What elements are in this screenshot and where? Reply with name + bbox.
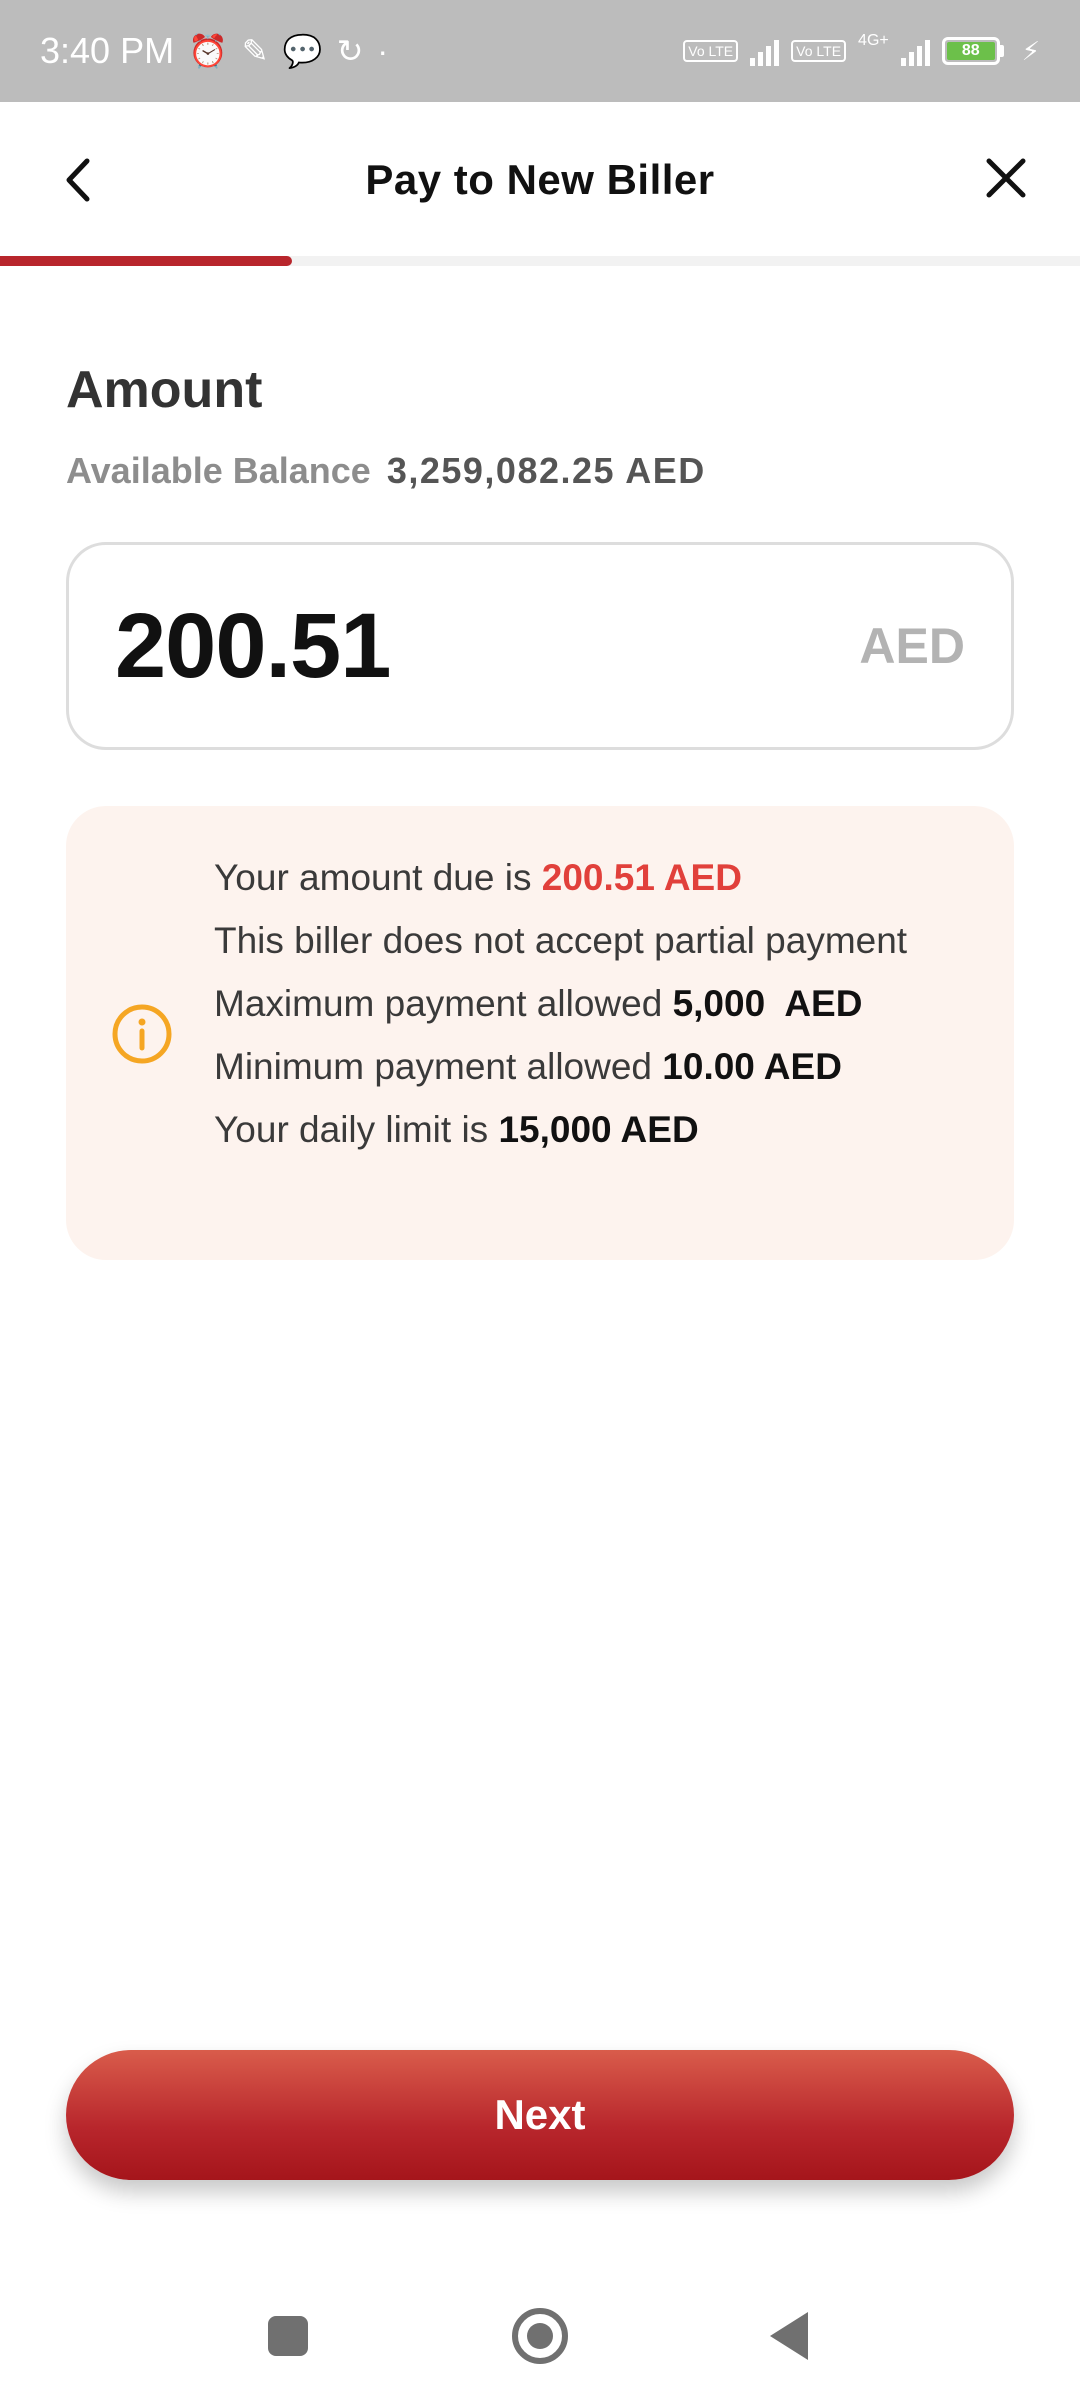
battery-level: 88 — [946, 42, 995, 60]
system-nav-bar — [0, 2270, 1080, 2400]
min-payment-label: Minimum payment allowed — [214, 1046, 663, 1087]
back-triangle-icon[interactable] — [770, 2312, 808, 2360]
status-left: 3:40 PM ⏰ ✎ 💬 ↻ · — [40, 30, 388, 72]
more-notifications-dot-icon: · — [377, 33, 389, 69]
sync-icon: ↻ — [336, 33, 364, 69]
amount-due-label: Your amount due is — [214, 857, 542, 898]
step-progress-bar — [0, 256, 1080, 266]
max-payment-value: 5,000 AED — [672, 983, 863, 1024]
daily-limit-line: Your daily limit is 15,000 AED — [214, 1106, 974, 1154]
signal-icon — [750, 36, 780, 66]
amount-input[interactable]: 200.51 AED — [66, 542, 1014, 750]
battery-icon: 88 — [941, 37, 1004, 65]
signal-icon-2 — [900, 36, 930, 66]
info-circle-icon — [112, 1004, 172, 1064]
message-icon: 💬 — [282, 33, 323, 69]
amount-due-line: Your amount due is 200.51 AED — [214, 854, 974, 902]
close-icon — [986, 158, 1026, 198]
amount-value[interactable]: 200.51 — [115, 594, 391, 699]
status-bar: 3:40 PM ⏰ ✎ 💬 ↻ · Vo LTE Vo LTE 4G+ 88 ⚡ — [0, 0, 1080, 102]
balance-value: 3,259,082.25 AED — [386, 450, 706, 491]
chevron-left-icon — [66, 158, 90, 202]
next-button[interactable]: Next — [66, 2050, 1014, 2180]
balance-label: Available Balance — [66, 450, 371, 491]
section-title: Amount — [66, 361, 263, 419]
amount-currency: AED — [859, 618, 965, 674]
daily-limit-value: 15,000 AED — [498, 1109, 699, 1150]
close-button[interactable] — [976, 148, 1036, 208]
status-time: 3:40 PM — [40, 30, 175, 71]
available-balance: Available Balance 3,259,082.25 AED — [66, 450, 706, 492]
step-progress-fill — [0, 256, 292, 266]
payment-info-card: Your amount due is 200.51 AED This bille… — [66, 806, 1014, 1260]
daily-limit-label: Your daily limit is — [214, 1109, 499, 1150]
network-type: 4G+ — [858, 32, 889, 49]
min-payment-line: Minimum payment allowed 10.00 AED — [214, 1043, 974, 1091]
app-notification-icon: ✎ — [241, 33, 269, 69]
amount-due-value: 200.51 AED — [541, 857, 742, 898]
max-payment-label: Maximum payment allowed — [214, 983, 673, 1024]
partial-payment-note: This biller does not accept partial paym… — [214, 920, 908, 961]
back-button[interactable] — [56, 150, 100, 210]
status-right: Vo LTE Vo LTE 4G+ 88 ⚡ — [683, 32, 1040, 67]
page-title: Pay to New Biller — [365, 156, 715, 203]
volte-icon-2: Vo LTE — [791, 40, 847, 62]
recent-apps-icon[interactable] — [268, 2316, 308, 2356]
max-payment-line: Maximum payment allowed 5,000 AED — [214, 980, 974, 1028]
charging-icon: ⚡ — [1021, 35, 1040, 66]
header: Pay to New Biller — [0, 102, 1080, 258]
volte-icon: Vo LTE — [683, 40, 739, 62]
info-lines: Your amount due is 200.51 AED This bille… — [214, 854, 974, 1169]
alarm-icon: ⏰ — [188, 33, 228, 69]
min-payment-value: 10.00 AED — [662, 1046, 842, 1087]
home-icon[interactable] — [512, 2308, 568, 2364]
